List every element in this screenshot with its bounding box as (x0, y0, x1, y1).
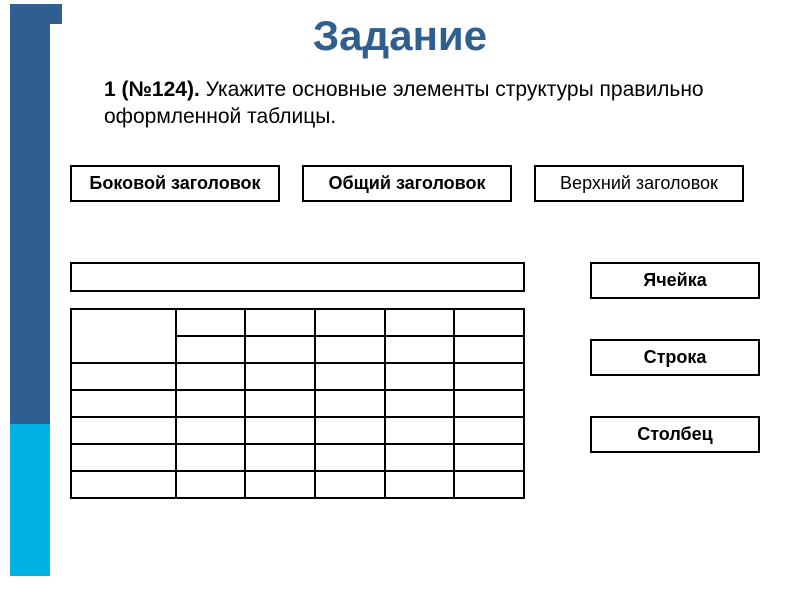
slide: Задание 1 (№124). Укажите основные элеме… (0, 0, 800, 600)
label-cell: Ячейка (590, 262, 760, 299)
table-row (71, 363, 524, 390)
table-diagram (70, 262, 530, 499)
table-row (71, 390, 524, 417)
task-text: 1 (№124). Укажите основные элементы стру… (104, 76, 724, 131)
decor-left-bar-light (10, 424, 50, 576)
table-grid (70, 308, 525, 499)
page-title: Задание (0, 12, 800, 60)
label-top-header: Верхний заголовок (534, 165, 744, 202)
top-label-row: Боковой заголовок Общий заголовок Верхни… (70, 165, 770, 202)
content-area: Боковой заголовок Общий заголовок Верхни… (70, 165, 770, 499)
table-row (71, 309, 524, 336)
task-number: 1 (№124). (104, 78, 200, 101)
table-row (71, 417, 524, 444)
right-label-column: Ячейка Строка Столбец (590, 262, 760, 499)
label-row: Строка (590, 339, 760, 376)
table-row (71, 444, 524, 471)
label-column: Столбец (590, 416, 760, 453)
table-caption-bar (70, 262, 525, 292)
label-general-header: Общий заголовок (302, 165, 512, 202)
label-side-header: Боковой заголовок (70, 165, 280, 202)
table-row (71, 471, 524, 498)
lower-area: Ячейка Строка Столбец (70, 262, 770, 499)
decor-left-bar-dark (10, 24, 50, 424)
